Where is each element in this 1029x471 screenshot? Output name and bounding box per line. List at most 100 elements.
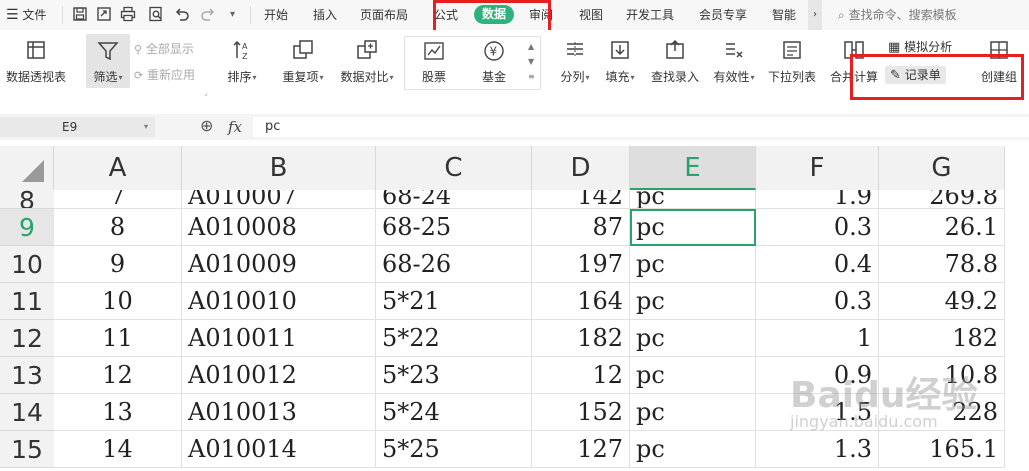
name-box-dropdown-icon[interactable]: ▾ — [144, 117, 148, 137]
cell-d11[interactable]: 164 — [532, 283, 630, 320]
name-box[interactable]: E9 ▾ — [0, 117, 155, 137]
export-icon[interactable] — [96, 6, 112, 22]
cell-a13[interactable]: 12 — [54, 357, 182, 394]
cell-c8[interactable]: 68-24 — [376, 190, 532, 209]
select-all-corner[interactable] — [0, 146, 54, 190]
print-icon[interactable] — [120, 6, 136, 22]
cell-g8[interactable]: 269.8 — [879, 190, 1005, 209]
row-header[interactable]: 13 — [0, 357, 54, 394]
column-header-a[interactable]: A — [54, 146, 182, 190]
row-header[interactable]: 10 — [0, 246, 54, 283]
tab-member[interactable]: 会员专享 — [699, 0, 747, 30]
fund-button[interactable]: ¥ 基金 — [472, 40, 516, 85]
cell-b14[interactable]: A010013 — [182, 394, 376, 431]
cell-c10[interactable]: 68-26 — [376, 246, 532, 283]
column-header-c[interactable]: C — [376, 146, 532, 190]
cell-b9[interactable]: A010008 — [182, 209, 376, 246]
cell-f12[interactable]: 1 — [756, 320, 879, 357]
expand-gallery-icon[interactable]: ≡ — [528, 72, 535, 81]
cell-f9[interactable]: 0.3 — [756, 209, 879, 246]
lookup-entry-button[interactable]: 查找录入 — [646, 38, 704, 85]
tab-developer[interactable]: 开发工具 — [626, 0, 674, 30]
reapply-button[interactable]: ⟳ 重新应用 — [134, 66, 195, 84]
cell-b15[interactable]: A010014 — [182, 431, 376, 468]
cell-d8[interactable]: 142 — [532, 190, 630, 209]
cell-d13[interactable]: 12 — [532, 357, 630, 394]
more-tabs-icon[interactable]: › — [808, 0, 822, 30]
cell-e12[interactable]: pc — [630, 320, 756, 357]
tab-page-layout[interactable]: 页面布局 — [360, 0, 408, 30]
cell-b13[interactable]: A010012 — [182, 357, 376, 394]
cell-d10[interactable]: 197 — [532, 246, 630, 283]
cell-g11[interactable]: 49.2 — [879, 283, 1005, 320]
cell-b8[interactable]: A010007 — [182, 190, 376, 209]
cell-c15[interactable]: 5*25 — [376, 431, 532, 468]
dropdown-list-button[interactable]: 下拉列表 — [765, 38, 819, 85]
cell-c11[interactable]: 5*21 — [376, 283, 532, 320]
tab-smart[interactable]: 智能 — [772, 0, 796, 30]
column-header-b[interactable]: B — [182, 146, 376, 190]
fx-icon[interactable]: fx — [228, 118, 242, 136]
cell-f8[interactable]: 1.9 — [756, 190, 879, 209]
row-header[interactable]: 15 — [0, 431, 54, 468]
column-header-d[interactable]: D — [532, 146, 630, 190]
cell-a10[interactable]: 9 — [54, 246, 182, 283]
redo-icon[interactable] — [200, 6, 216, 22]
spreadsheet-grid[interactable]: ABCDEFG 8 7 A010007 68-24 142 pc 1.9 269.8 9 8 A01… — [0, 146, 1029, 471]
print-preview-icon[interactable] — [148, 6, 164, 22]
column-header-f[interactable]: F — [756, 146, 879, 190]
cell-a14[interactable]: 13 — [54, 394, 182, 431]
cell-f15[interactable]: 1.3 — [756, 431, 879, 468]
cell-d9[interactable]: 87 — [532, 209, 630, 246]
pivot-table-button[interactable]: 数据透视表 — [3, 38, 69, 85]
cell-c13[interactable]: 5*23 — [376, 357, 532, 394]
cell-g15[interactable]: 165.1 — [879, 431, 1005, 468]
cell-d14[interactable]: 152 — [532, 394, 630, 431]
undo-icon[interactable] — [174, 6, 190, 22]
scroll-up-icon[interactable]: ▲ — [528, 42, 534, 51]
data-compare-button[interactable]: 数据对比▾ — [336, 38, 398, 85]
split-column-button[interactable]: 分列▾ — [556, 38, 594, 85]
cell-g9[interactable]: 26.1 — [879, 209, 1005, 246]
cell-e9[interactable]: pc — [630, 209, 756, 246]
fill-button[interactable]: 填充▾ — [600, 38, 640, 85]
sort-button[interactable]: AZ 排序▾ — [220, 38, 264, 85]
group-expand-icon[interactable]: ⌟ — [204, 88, 208, 97]
cell-a8[interactable]: 7 — [54, 190, 182, 209]
cell-e13[interactable]: pc — [630, 357, 756, 394]
cell-f11[interactable]: 0.3 — [756, 283, 879, 320]
cell-e14[interactable]: pc — [630, 394, 756, 431]
cell-b11[interactable]: A010010 — [182, 283, 376, 320]
stocks-button[interactable]: 股票 — [412, 40, 456, 85]
cell-g12[interactable]: 182 — [879, 320, 1005, 357]
column-header-g[interactable]: G — [879, 146, 1005, 190]
quick-access-dropdown-icon[interactable]: ▾ — [230, 0, 235, 30]
command-search[interactable]: ⌕ 查找命令、搜索模板 — [838, 0, 957, 30]
column-header-e[interactable]: E — [630, 146, 756, 190]
tab-home[interactable]: 开始 — [264, 0, 288, 30]
filter-button[interactable]: 筛选▾ — [86, 34, 130, 88]
formula-input[interactable]: pc — [253, 117, 1029, 137]
cell-a11[interactable]: 10 — [54, 283, 182, 320]
scroll-down-icon[interactable]: ▼ — [528, 57, 534, 66]
cell-c12[interactable]: 5*22 — [376, 320, 532, 357]
cell-b10[interactable]: A010009 — [182, 246, 376, 283]
show-all-button[interactable]: ⚲ 全部显示 — [134, 40, 194, 58]
save-icon[interactable] — [72, 6, 88, 22]
cell-c9[interactable]: 68-25 — [376, 209, 532, 246]
cell-e15[interactable]: pc — [630, 431, 756, 468]
cell-e10[interactable]: pc — [630, 246, 756, 283]
row-header[interactable]: 14 — [0, 394, 54, 431]
cell-a15[interactable]: 14 — [54, 431, 182, 468]
row-header[interactable]: 9 — [0, 209, 54, 246]
tab-view[interactable]: 视图 — [579, 0, 603, 30]
cell-a12[interactable]: 11 — [54, 320, 182, 357]
cell-d15[interactable]: 127 — [532, 431, 630, 468]
file-menu[interactable]: ☰ 文件 — [6, 0, 46, 30]
validity-button[interactable]: 有效性▾ — [708, 38, 760, 85]
cell-a9[interactable]: 8 — [54, 209, 182, 246]
cell-e11[interactable]: pc — [630, 283, 756, 320]
cell-b12[interactable]: A010011 — [182, 320, 376, 357]
row-header[interactable]: 8 — [0, 190, 54, 209]
row-header[interactable]: 12 — [0, 320, 54, 357]
